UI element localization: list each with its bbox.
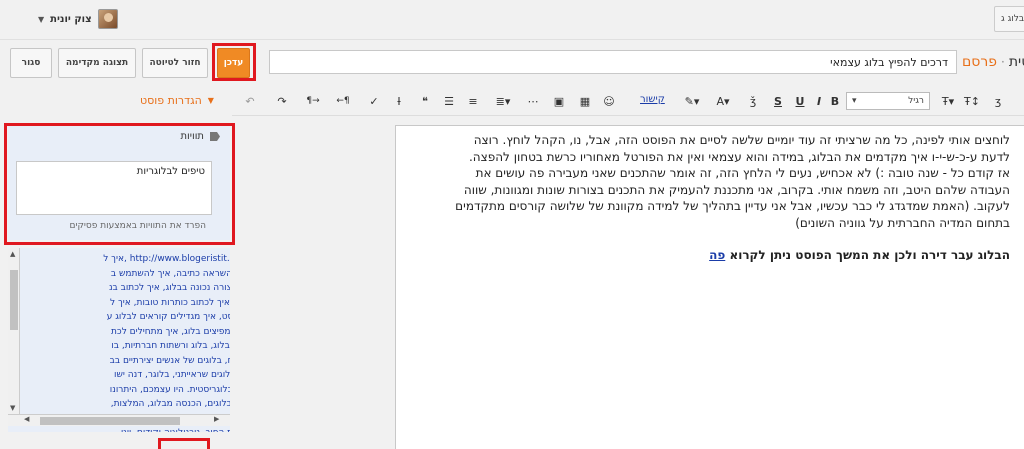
caret-down-icon[interactable]: ▼ xyxy=(38,15,44,24)
keywords-line: בלוג, בלוג, בלוג ורשתות חברתיות, בו xyxy=(111,341,230,351)
triangle-down-icon: ▼ xyxy=(207,96,214,105)
vertical-scrollbar[interactable]: ▲ ▼ xyxy=(8,248,20,424)
bulleted-list-icon[interactable]: ☰ xyxy=(440,94,458,108)
keywords-line: נות להשראה כתיבה, איך להשתמש ב xyxy=(110,268,230,279)
crumb-blog-name[interactable]: טית xyxy=(1009,54,1024,70)
ltr-icon[interactable]: ¶→ xyxy=(302,94,324,108)
scroll-right-icon[interactable]: ▶ xyxy=(214,415,219,423)
video-icon[interactable]: ▣ xyxy=(550,94,568,108)
keywords-line: , איך מפיצים בלוג, איך מתחילים לכת xyxy=(111,326,230,337)
bold-icon[interactable]: B xyxy=(828,94,842,108)
keywords-line: של הבלוגים, הכנסה מבלוג, המלצות, xyxy=(110,399,230,409)
keywords-line: וב פוסט, איך מגדילים קוראים לבלוג ע xyxy=(106,312,230,322)
horizontal-scrollbar[interactable]: ◀ ▶ xyxy=(8,414,230,426)
editor-toolbar: ↶ ↷ ¶→ ←¶ ✓ Ɨ ❝ ☰ ≡ ≣▾ ⋯ ▣ ▦ ☺ קישור ✎▾ … xyxy=(232,86,1024,116)
underline-icon[interactable]: U xyxy=(792,94,808,108)
post-paragraph-line: העבודה שלהם היטב, וזה משמח אותי. בקרוב, … xyxy=(463,182,1010,197)
post-paragraph-line: לעקוב. (האמת שמדגדג לי כבר עכשיו, אבל אנ… xyxy=(455,199,1010,213)
crumb-separator: · xyxy=(1001,55,1005,69)
vertical-scroll-thumb[interactable] xyxy=(10,270,18,330)
keywords-line: חד, בלוגים שראייתני, בלוגר, דנה ישו xyxy=(114,370,230,380)
font-family-select[interactable]: ▾ רגיל xyxy=(846,92,930,110)
post-paragraph: לוחצים אותי לפינה, כל מה שרציתי זה עוד י… xyxy=(418,132,1010,231)
post-paragraph-line: לדעת ע-כ-ש-י-ו איך מקדמים את הבלוג, במיד… xyxy=(468,149,1010,164)
keywords-line: /http://www.blogeristit.com ,איך ל xyxy=(103,254,230,264)
avatar[interactable] xyxy=(97,9,118,29)
keywords-line: אישי, איך לכתוב כותרות טובות, איך ל xyxy=(109,297,230,308)
spellcheck-icon[interactable]: ✓ xyxy=(364,94,384,108)
keywords-line: מצליח, בלוגים של אנשים יצירתיים בב xyxy=(109,355,230,366)
revert-to-draft-button[interactable]: חזור לטיוטה xyxy=(142,48,208,78)
font-size-icon[interactable]: ǯ xyxy=(744,94,762,108)
align-icon[interactable]: ≣▾ xyxy=(490,94,516,108)
chevron-down-icon: ▾ xyxy=(852,96,857,106)
close-button[interactable]: סגור xyxy=(10,48,52,78)
text-color-icon[interactable]: A▾ xyxy=(712,94,734,108)
highlight-bottom-box xyxy=(158,438,210,449)
blog-button[interactable]: בלוג ג xyxy=(994,6,1024,32)
moved-notice-link[interactable]: פה xyxy=(709,248,725,262)
highlight-labels-box xyxy=(4,123,235,245)
keywords-text: /http://www.blogeristit.com ,איך ל נות לה… xyxy=(22,252,230,432)
scroll-left-icon[interactable]: ◀ xyxy=(24,415,29,423)
numbered-list-icon[interactable]: ≡ xyxy=(464,94,482,108)
undo-icon[interactable]: ↶ xyxy=(240,94,260,108)
post-title-input[interactable] xyxy=(269,50,957,74)
breadcrumb: פרסם · טית xyxy=(962,50,1024,74)
top-bar: ▼ צוק יונית בלוג ג xyxy=(0,0,1024,40)
clear-format-icon[interactable]: Ɨ xyxy=(390,94,408,108)
post-paragraph-line: אז קודם כל - שנה טובה :) לא אכחיש, נעים … xyxy=(475,166,1010,180)
post-settings-header[interactable]: הגדרות פוסט ▼ xyxy=(140,94,214,107)
strikethrough-icon[interactable]: S xyxy=(770,94,786,108)
scroll-up-icon[interactable]: ▲ xyxy=(10,250,15,258)
crumb-publish[interactable]: פרסם xyxy=(962,54,997,70)
format-icon[interactable]: Ŧ▾ xyxy=(938,94,958,108)
quote-icon[interactable]: ❝ xyxy=(416,94,434,108)
moved-notice-text: הבלוג עבר דירה ולכן את המשך הפוסט ניתן ל… xyxy=(729,248,1010,262)
rtl-icon[interactable]: ←¶ xyxy=(332,94,354,108)
jump-break-icon[interactable]: ⋯ xyxy=(524,94,542,108)
keywords-line: ל', הבלוגריסטית. היו עצמכם, היתרונו xyxy=(109,384,230,395)
post-paragraph-line: לוחצים אותי לפינה, כל מה שרציתי זה עוד י… xyxy=(473,133,1010,147)
link-button[interactable]: קישור xyxy=(640,94,665,105)
post-paragraph-line: בתחום המדיה החברתית על גווניה השונים) xyxy=(795,215,1010,230)
post-editor[interactable]: לוחצים אותי לפינה, כל מה שרציתי זה עוד י… xyxy=(395,125,1024,449)
post-body[interactable]: לוחצים אותי לפינה, כל מה שרציתי זה עוד י… xyxy=(418,132,1010,264)
post-settings-label: הגדרות פוסט xyxy=(140,94,202,107)
keywords-line: קופיות הפוך, טכנולוגיה וקידום, יוני xyxy=(22,426,230,432)
highlight-update-box xyxy=(212,43,256,81)
redo-icon[interactable]: ↷ xyxy=(272,94,292,108)
keywords-textarea[interactable]: /http://www.blogeristit.com ,איך ל נות לה… xyxy=(8,248,230,432)
preview-button[interactable]: תצוגה מקדימה xyxy=(58,48,136,78)
user-menu[interactable]: ▼ צוק יונית xyxy=(38,8,118,30)
paragraph-icon[interactable]: ʒ xyxy=(990,94,1006,108)
horizontal-scroll-thumb[interactable] xyxy=(40,417,180,425)
emoji-icon[interactable]: ☺ xyxy=(600,94,618,108)
moved-notice: הבלוג עבר דירה ולכן את המשך הפוסט ניתן ל… xyxy=(418,247,1010,264)
heading-icon[interactable]: Ŧ↕ xyxy=(962,94,982,108)
italic-icon[interactable]: I xyxy=(812,94,826,108)
highlight-color-icon[interactable]: ✎▾ xyxy=(680,94,704,108)
image-icon[interactable]: ▦ xyxy=(576,94,594,108)
font-family-value: רגיל xyxy=(908,96,924,106)
keywords-line: נות בצורה נכונה בבלוג, איך לכתוב בנ xyxy=(108,283,230,293)
username: צוק יונית xyxy=(50,13,92,25)
scroll-down-icon[interactable]: ▼ xyxy=(10,404,15,412)
